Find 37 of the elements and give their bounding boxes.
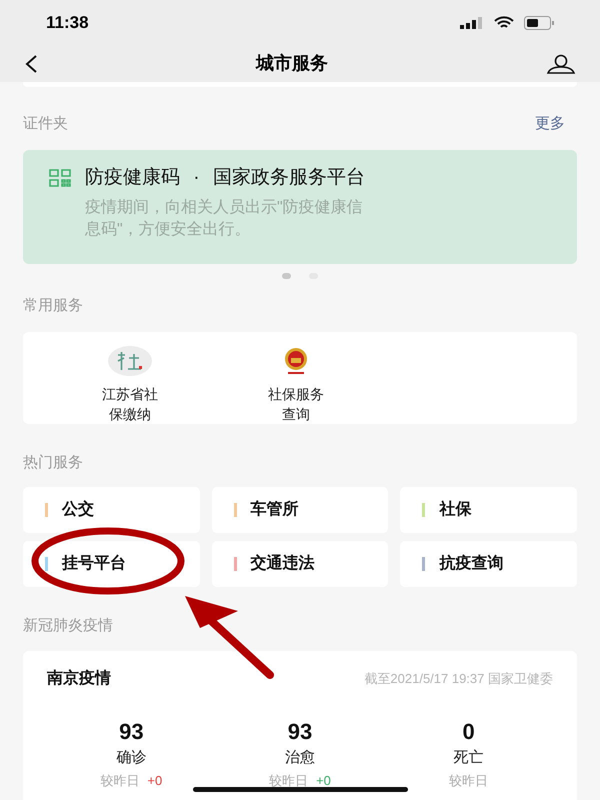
stat-label: 确诊 [116, 748, 146, 768]
compare-label: 较昨日 [100, 772, 140, 790]
stat-value: 0 [462, 718, 475, 744]
section-title: 证件夹 [23, 114, 68, 134]
hot-service-button[interactable]: 车管所 [212, 487, 388, 533]
page-title: 城市服务 [256, 52, 328, 75]
stat-label: 死亡 [454, 748, 484, 768]
service-label[interactable]: 社保服务查询 [266, 384, 326, 424]
qr-code-icon [49, 169, 71, 188]
card-title: 防疫健康码 · 国家政务服务平台 [85, 166, 365, 190]
hot-service-button[interactable]: 交通违法 [212, 541, 388, 587]
hot-service-button[interactable]: 社保 [400, 487, 577, 533]
stat-value: 93 [119, 718, 144, 744]
stat-value: 93 [288, 718, 312, 744]
stat-label: 治愈 [284, 748, 315, 768]
compare-label: 较昨日 [269, 772, 308, 790]
signal-icon [460, 16, 484, 28]
section-title: 新冠肺炎疫情 [23, 616, 114, 636]
hot-service-button[interactable]: 公交 [23, 487, 200, 533]
stat-delta: +0 [316, 772, 331, 790]
more-link[interactable]: 更多 [535, 112, 565, 136]
section-title: 热门服务 [23, 452, 84, 472]
back-button[interactable] [24, 54, 38, 74]
compare-label: 较昨日 [449, 772, 488, 790]
section-title: 常用服务 [23, 296, 84, 316]
social-security-logo-icon [108, 346, 152, 376]
stat-delta: +0 [147, 772, 162, 790]
update-time: 截至2021/5/17 19:37 国家卫健委 [364, 670, 553, 688]
battery-icon [524, 16, 554, 30]
profile-button[interactable] [546, 54, 576, 74]
status-time: 11:38 [46, 12, 89, 34]
health-code-card[interactable]: 防疫健康码 · 国家政务服务平台 疫情期间，向相关人员出示"防疫健康信息码"，方便安全出行。 [23, 150, 577, 264]
service-label[interactable]: 江苏省社保缴纳 [100, 384, 160, 424]
card-description: 疫情期间，向相关人员出示"防疫健康信息码"，方便安全出行。 [85, 198, 364, 240]
city-title: 南京疫情 [47, 668, 111, 688]
wifi-icon [494, 16, 514, 30]
hot-service-button[interactable]: 抗疫查询 [400, 541, 577, 587]
